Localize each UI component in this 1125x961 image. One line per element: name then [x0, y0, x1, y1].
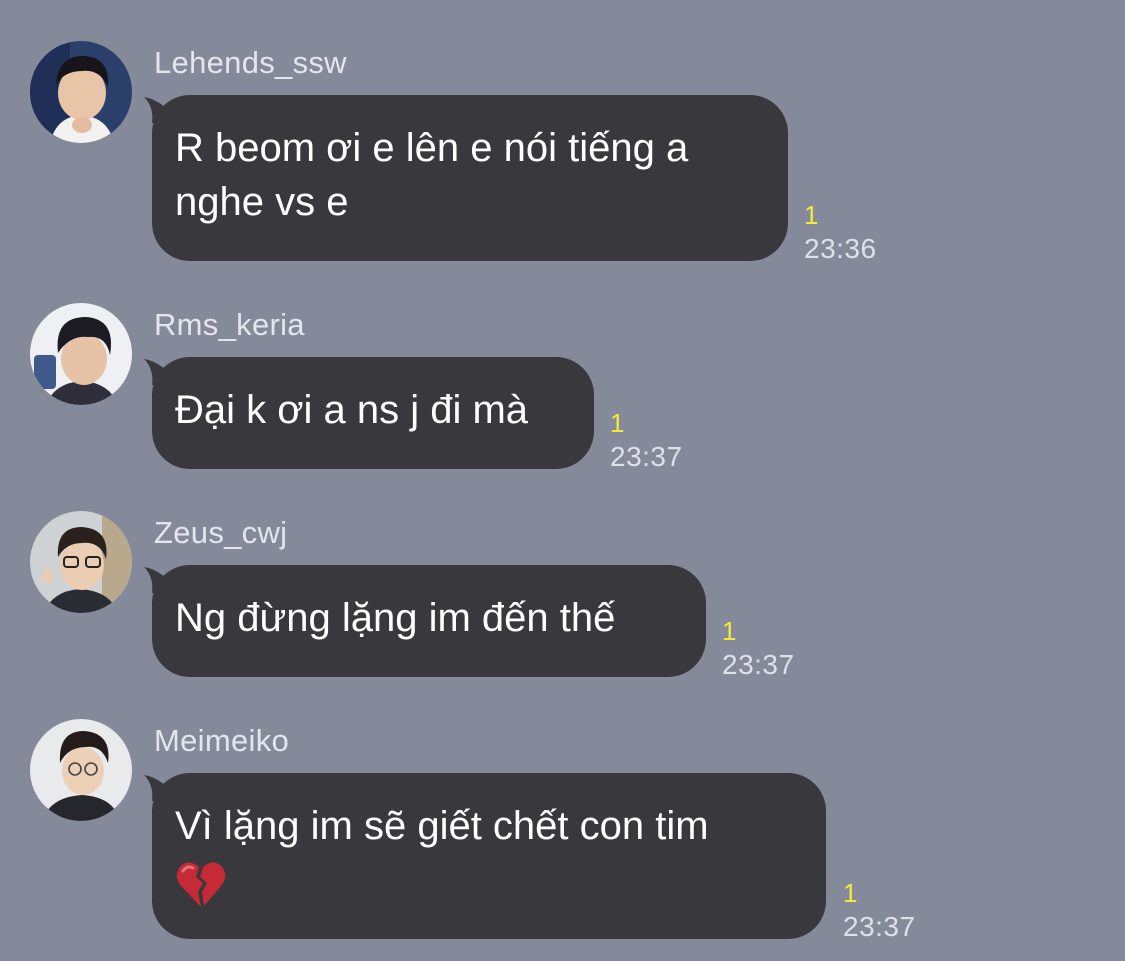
read-count: 1 — [804, 200, 819, 230]
sender-name: Lehends_ssw — [154, 45, 347, 80]
bubble-tail — [144, 97, 174, 123]
message-text: Đại k ơi a ns j đi mà — [175, 388, 529, 432]
avatar-photo-icon — [30, 511, 132, 613]
avatar-photo-icon — [30, 719, 132, 821]
timestamp: 23:37 — [722, 649, 795, 680]
timestamp: 23:37 — [610, 441, 683, 472]
avatar[interactable] — [30, 719, 132, 821]
message-text: Vì lặng im sẽ giết chết con tim — [175, 804, 709, 848]
avatar-photo-icon — [30, 41, 132, 143]
read-count: 1 — [610, 408, 625, 438]
bubble-tail — [144, 775, 174, 801]
timestamp: 23:37 — [843, 911, 916, 942]
sender-name: Rms_keria — [154, 307, 305, 342]
sender-name: Meimeiko — [154, 723, 290, 758]
message-text: Ng đừng lặng im đến thế — [175, 596, 616, 640]
avatar[interactable] — [30, 41, 132, 143]
avatar[interactable] — [30, 303, 132, 405]
message-text: R beom ơi e lên e nói tiếng a nghe vs e — [175, 126, 689, 224]
sender-name: Zeus_cwj — [154, 515, 288, 550]
read-count: 1 — [722, 616, 737, 646]
avatar-photo-icon — [30, 303, 132, 405]
read-count: 1 — [843, 878, 858, 908]
message-bubble[interactable]: R beom ơi e lên e nói tiếng a nghe vs e — [144, 95, 788, 261]
avatar[interactable] — [30, 511, 132, 613]
message-bubble[interactable]: Vì lặng im sẽ giết chết con tim — [144, 773, 826, 939]
message-bubble[interactable]: Đại k ơi a ns j đi mà — [144, 357, 594, 469]
timestamp: 23:36 — [804, 233, 877, 264]
message-bubble[interactable]: Ng đừng lặng im đến thế — [144, 565, 706, 677]
bubble-tail — [144, 359, 174, 385]
bubble-tail — [144, 567, 174, 593]
broken-heart-icon — [176, 862, 226, 908]
